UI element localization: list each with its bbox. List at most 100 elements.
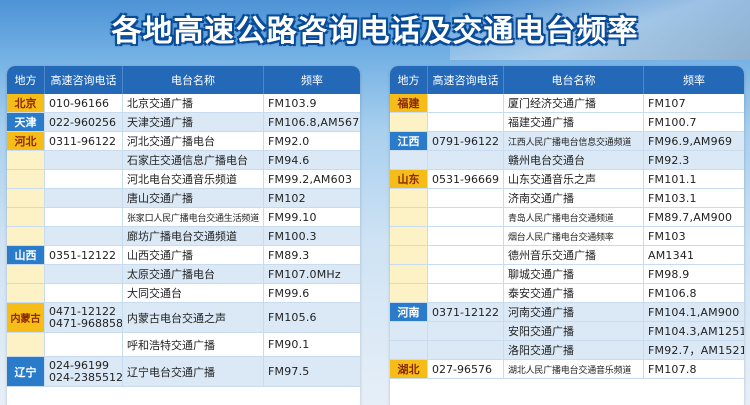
station-cell: 福建交通广播 (504, 113, 644, 131)
freq-cell: FM103.1 (648, 191, 697, 205)
table-row: 江西 0791-96122 江西人民广播电台信息交通频道 FM96.9,AM96… (390, 132, 744, 151)
phone-cell (428, 94, 504, 112)
freq-cell: FM107.8 (648, 362, 697, 376)
province-cell: 福建 (390, 94, 428, 112)
phone-cell (428, 227, 504, 245)
province-cell: 山西 (7, 246, 45, 264)
table-row: 泰安交通广播 FM106.8 (390, 284, 744, 303)
province-cell: 内蒙古 (7, 303, 45, 332)
phone-cell (428, 265, 504, 283)
province-cell: 北京 (7, 94, 45, 112)
table-row: 北京 010-96166 北京交通广播 FM103.9 (7, 94, 360, 113)
table-header: 地方 高速咨询电话 电台名称 频率 (390, 66, 744, 94)
province-cell: 江西 (390, 132, 428, 150)
station-cell: 聊城交通广播 (504, 265, 644, 283)
station-cell: 江西人民广播电台信息交通频道 (504, 132, 644, 150)
station-cell: 河南交通广播 (504, 303, 644, 321)
station-cell: 厦门经济交通广播 (504, 94, 644, 112)
phone-cell (428, 189, 504, 207)
province-cell: 天津 (7, 113, 45, 131)
table-row: 福建交通广播 FM100.7 (390, 113, 744, 132)
station-cell: 河北交通广播电台 (123, 132, 264, 150)
province-cell (390, 322, 428, 340)
phone-cell: 024-96199 024-23855123 (45, 357, 123, 386)
table-row: 石家庄交通信息广播电台 FM94.6 (7, 151, 360, 170)
freq-cell: FM97.5 (264, 357, 360, 386)
table-row: 济南交通广播 FM103.1 (390, 189, 744, 208)
station-cell: 大同交通台 (123, 284, 264, 302)
province-cell (390, 265, 428, 283)
freq-cell: FM104.3,AM1251 (644, 322, 744, 340)
phone-cell (428, 113, 504, 131)
province-cell: 辽宁 (7, 357, 45, 386)
right-table: 地方 高速咨询电话 电台名称 频率 福建 厦门经济交通广播 FM107 福建交通… (390, 66, 744, 405)
phone-line-1: 0471-12122 (49, 304, 116, 318)
table-row: 德州音乐交通广播 AM1341 (390, 246, 744, 265)
phone-cell: 010-96166 (45, 94, 123, 112)
table-row: 辽宁 024-96199 024-23855123 辽宁电台交通广播 FM97.… (7, 357, 360, 387)
province-cell (390, 208, 428, 226)
province-cell: 湖北 (390, 360, 428, 378)
station-cell: 德州音乐交通广播 (504, 246, 644, 264)
phone-cell (45, 284, 123, 302)
freq-cell: FM103 (648, 229, 686, 243)
province-cell (7, 170, 45, 188)
freq-cell: FM99.6 (268, 286, 310, 300)
phone-cell: 0791-96122 (428, 132, 504, 150)
freq-cell: FM98.9 (648, 267, 690, 281)
station-cell: 济南交通广播 (504, 189, 644, 207)
freq-cell: FM90.1 (268, 338, 310, 351)
header-province: 地方 (390, 66, 428, 94)
phone-cell: 022-960256 (45, 113, 123, 131)
phone-cell (45, 170, 123, 188)
province-cell (390, 246, 428, 264)
province-cell (390, 284, 428, 302)
table-row: 湖北 027-96576 湖北人民广播电台交通音乐频道 FM107.8 (390, 360, 744, 379)
left-table: 地方 高速咨询电话 电台名称 频率 北京 010-96166 北京交通广播 FM… (7, 66, 360, 405)
header-phone: 高速咨询电话 (45, 66, 123, 94)
station-cell: 内蒙古电台交通之声 (123, 303, 264, 332)
province-cell (7, 189, 45, 207)
freq-cell: FM92.7，AM1521 (644, 341, 744, 359)
freq-cell: FM103.9 (268, 96, 317, 110)
phone-line-2: 0471-968858 (49, 316, 123, 330)
station-cell: 安阳交通广播 (504, 322, 644, 340)
phone-cell: 0371-12122 (428, 303, 504, 321)
province-cell: 河南 (390, 303, 428, 321)
header-province: 地方 (7, 66, 45, 94)
freq-cell: FM106.8,AM567 (264, 113, 360, 131)
station-cell: 青岛人民广播电台交通频道 (504, 208, 644, 226)
station-cell: 洛阳交通广播 (504, 341, 644, 359)
freq-cell: AM1341 (648, 248, 695, 262)
phone-cell (45, 208, 123, 226)
freq-cell: FM99.10 (268, 210, 317, 224)
phone-cell: 0531-96669 (428, 170, 504, 188)
table-row: 烟台人民广播电台交通频率 FM103 (390, 227, 744, 246)
station-cell: 烟台人民广播电台交通频率 (504, 227, 644, 245)
table-row: 赣州电台交通台 FM92.3 (390, 151, 744, 170)
header-station: 电台名称 (123, 66, 264, 94)
station-cell: 泰安交通广播 (504, 284, 644, 302)
freq-cell: FM107 (648, 96, 686, 110)
province-cell: 河北 (7, 132, 45, 150)
station-cell: 石家庄交通信息广播电台 (123, 151, 264, 169)
table-row: 呼和浩特交通广播 FM90.1 (7, 333, 360, 357)
station-cell: 张家口人民广播电台交通生活频道 (123, 208, 264, 226)
station-cell: 河北电台交通音乐频道 (123, 170, 264, 188)
table-row: 大同交通台 FM99.6 (7, 284, 360, 303)
table-row: 青岛人民广播电台交通频道 FM89.7,AM900 (390, 208, 744, 227)
phone-cell (45, 227, 123, 245)
station-cell: 唐山交通广播 (123, 189, 264, 207)
table-row: 安阳交通广播 FM104.3,AM1251 (390, 322, 744, 341)
header-station: 电台名称 (504, 66, 644, 94)
phone-cell: 0471-12122 0471-968858 (45, 303, 123, 332)
table-row: 河南 0371-12122 河南交通广播 FM104.1,AM900 (390, 303, 744, 322)
phone-cell (428, 284, 504, 302)
province-cell (390, 341, 428, 359)
phone-cell: 027-96576 (428, 360, 504, 378)
freq-cell: FM100.7 (648, 115, 697, 129)
freq-cell: FM102 (264, 189, 360, 207)
table-row: 内蒙古 0471-12122 0471-968858 内蒙古电台交通之声 FM1… (7, 303, 360, 333)
freq-cell: FM89.3 (268, 248, 310, 262)
table-row: 聊城交通广播 FM98.9 (390, 265, 744, 284)
